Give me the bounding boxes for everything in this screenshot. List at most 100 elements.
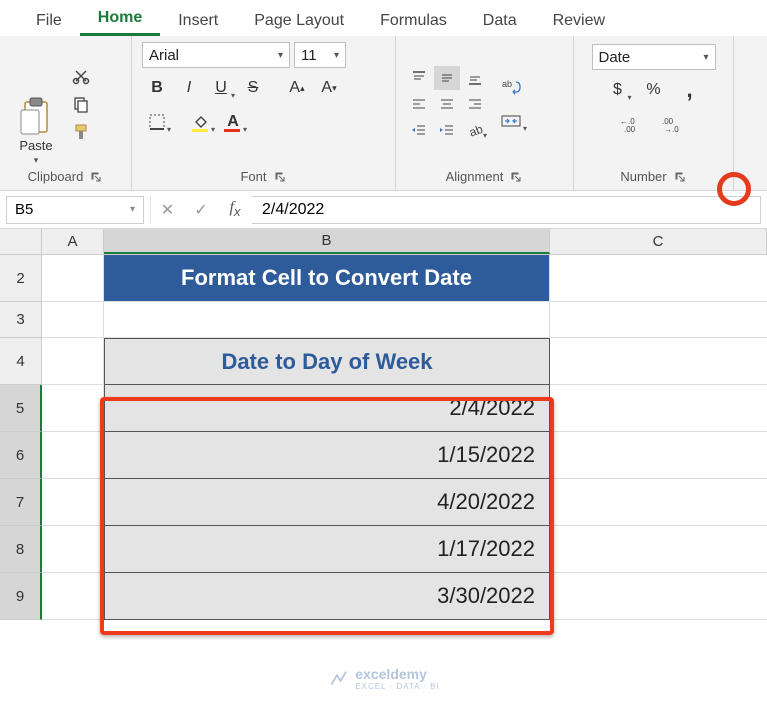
align-bottom-icon — [467, 70, 483, 86]
chevron-down-icon: ▾ — [167, 125, 171, 134]
col-header-C[interactable]: C — [550, 229, 767, 254]
underline-button[interactable]: U▾ — [206, 74, 236, 102]
cell-B7[interactable]: 4/20/2022 — [104, 479, 550, 526]
group-clipboard: Paste ▾ Clipboard — [0, 36, 132, 190]
paste-button[interactable]: Paste ▾ — [10, 42, 62, 166]
cell-B4[interactable]: Date to Day of Week — [104, 338, 550, 385]
wrap-icon: ab — [501, 78, 521, 96]
increase-decimal-button[interactable]: ←.0.00 — [615, 110, 651, 138]
accounting-format-button[interactable]: $▾ — [603, 76, 633, 104]
col-header-B[interactable]: B — [104, 229, 550, 254]
cell-B5[interactable]: 2/4/2022 — [104, 385, 550, 432]
cell-C6[interactable] — [550, 432, 767, 479]
cell-B6[interactable]: 1/15/2022 — [104, 432, 550, 479]
cell-B8[interactable]: 1/17/2022 — [104, 526, 550, 573]
align-left-button2[interactable] — [406, 92, 432, 116]
tab-file[interactable]: File — [18, 6, 80, 36]
fill-color-button[interactable]: ▾ — [186, 108, 216, 136]
row-7: 7 4/20/2022 — [0, 479, 767, 526]
align-bottom-button[interactable] — [462, 66, 488, 90]
formula-input[interactable]: 2/4/2022 — [252, 196, 761, 224]
number-format-combo[interactable]: Date▾ — [592, 44, 716, 70]
tab-review[interactable]: Review — [535, 6, 623, 36]
row-header-2[interactable]: 2 — [0, 255, 42, 302]
format-painter-button[interactable] — [68, 121, 94, 143]
insert-function-button[interactable]: fx — [218, 196, 252, 224]
cell-B9[interactable]: 3/30/2022 — [104, 573, 550, 620]
row-header-8[interactable]: 8 — [0, 526, 42, 573]
cell-A7[interactable] — [42, 479, 104, 526]
bold-button[interactable]: B — [142, 74, 172, 102]
row-header-7[interactable]: 7 — [0, 479, 42, 526]
decrease-decimal-button[interactable]: .00→.0 — [657, 110, 693, 138]
tab-insert[interactable]: Insert — [160, 6, 236, 36]
column-headers: A B C — [0, 229, 767, 255]
chevron-down-icon: ▾ — [130, 204, 135, 215]
tab-home[interactable]: Home — [80, 3, 160, 36]
cell-C9[interactable] — [550, 573, 767, 620]
cell-A4[interactable] — [42, 338, 104, 385]
tab-data[interactable]: Data — [465, 6, 535, 36]
select-all-corner[interactable] — [0, 229, 42, 254]
row-header-6[interactable]: 6 — [0, 432, 42, 479]
decrease-indent-button[interactable] — [406, 118, 432, 142]
cell-A2[interactable] — [42, 255, 104, 302]
cell-B2[interactable]: Format Cell to Convert Date — [104, 255, 550, 302]
font-color-button[interactable]: A ▾ — [218, 108, 248, 136]
strikethrough-button[interactable]: S — [238, 74, 268, 102]
alignment-dialog-launcher[interactable] — [509, 170, 523, 184]
align-middle-button[interactable] — [434, 66, 460, 90]
row-header-4[interactable]: 4 — [0, 338, 42, 385]
cut-button[interactable] — [68, 65, 94, 87]
copy-button[interactable] — [68, 93, 94, 115]
align-center-button[interactable] — [434, 92, 460, 116]
merge-center-button[interactable]: ▾ — [494, 107, 528, 135]
font-name-combo[interactable]: Arial▾ — [142, 42, 290, 68]
enter-formula-button[interactable]: ✓ — [184, 196, 218, 224]
shrink-font-button[interactable]: A▾ — [314, 74, 344, 102]
increase-indent-button[interactable] — [434, 118, 460, 142]
row-header-9[interactable]: 9 — [0, 573, 42, 620]
row-header-3[interactable]: 3 — [0, 302, 42, 338]
name-box[interactable]: B5 ▾ — [6, 196, 144, 224]
number-dialog-launcher[interactable] — [673, 170, 687, 184]
cell-A6[interactable] — [42, 432, 104, 479]
cell-A5[interactable] — [42, 385, 104, 432]
tab-page-layout[interactable]: Page Layout — [236, 6, 362, 36]
cell-C4[interactable] — [550, 338, 767, 385]
svg-text:→.0: →.0 — [664, 125, 679, 133]
brush-icon — [72, 123, 90, 141]
tab-formulas[interactable]: Formulas — [362, 6, 465, 36]
font-dialog-launcher[interactable] — [273, 170, 287, 184]
row-8: 8 1/17/2022 — [0, 526, 767, 573]
italic-button[interactable]: I — [174, 74, 204, 102]
cancel-formula-button[interactable]: ✕ — [150, 196, 184, 224]
cell-C8[interactable] — [550, 526, 767, 573]
border-icon — [149, 114, 165, 130]
clipboard-dialog-launcher[interactable] — [89, 170, 103, 184]
col-header-A[interactable]: A — [42, 229, 104, 254]
group-font: Arial▾ 11▾ B I U▾ S A▴ A▾ ▾ — [132, 36, 396, 190]
wrap-text-button[interactable]: ab — [494, 73, 528, 101]
align-left-icon — [411, 96, 427, 112]
cell-A9[interactable] — [42, 573, 104, 620]
cell-C3[interactable] — [550, 302, 767, 338]
bucket-icon — [193, 115, 209, 129]
grow-font-button[interactable]: A▴ — [282, 74, 312, 102]
cell-B3[interactable] — [104, 302, 550, 338]
comma-format-button[interactable]: , — [675, 76, 705, 104]
ribbon-tabs: File Home Insert Page Layout Formulas Da… — [0, 0, 767, 36]
align-top-button[interactable] — [406, 66, 432, 90]
font-size-combo[interactable]: 11▾ — [294, 42, 346, 68]
fx-icon: fx — [229, 199, 240, 219]
orientation-button[interactable]: ab▾ — [462, 118, 488, 142]
percent-format-button[interactable]: % — [639, 76, 669, 104]
cell-A3[interactable] — [42, 302, 104, 338]
cell-C7[interactable] — [550, 479, 767, 526]
cell-A8[interactable] — [42, 526, 104, 573]
cell-C5[interactable] — [550, 385, 767, 432]
cell-C2[interactable] — [550, 255, 767, 302]
align-right-button[interactable] — [462, 92, 488, 116]
borders-button[interactable]: ▾ — [142, 108, 172, 136]
row-header-5[interactable]: 5 — [0, 385, 42, 432]
